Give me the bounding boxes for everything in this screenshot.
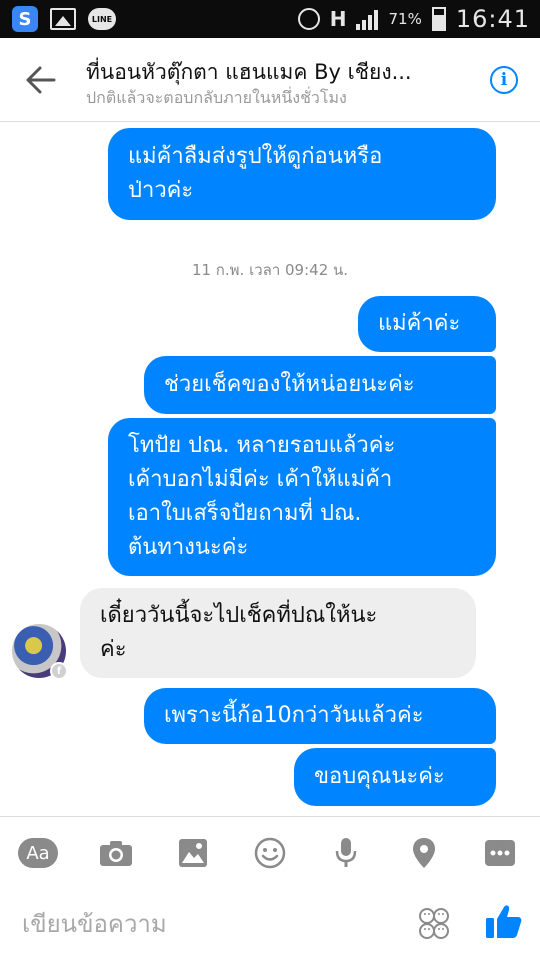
line-notification-icon: LINE xyxy=(88,8,116,30)
info-icon[interactable]: i xyxy=(490,66,518,94)
outgoing-message-bubble[interactable]: ขอบคุณนะค่ะ xyxy=(294,748,496,806)
conversation-title[interactable]: ที่นอนหัวตุ๊กตา แฮนแมค By เชียง... xyxy=(86,56,466,89)
message-text: ช่วยเช็คของให้หน่อยนะค่ะ xyxy=(164,372,415,397)
message-text: เดี๋ยววันนี้จะไปเช็คที่ปณให้นะ ค่ะ xyxy=(100,603,378,662)
message-input[interactable] xyxy=(22,904,402,944)
outgoing-message-bubble[interactable]: แม่ค้าลืมส่งรูปให้ดูก่อนหรือ ป่าวค่ะ xyxy=(108,128,496,220)
battery-percentage: 71% xyxy=(388,10,422,28)
app-notification-icon: S xyxy=(12,6,38,32)
camera-icon[interactable] xyxy=(96,835,136,871)
network-type-indicator: H xyxy=(329,7,347,31)
incoming-message-bubble[interactable]: เดี๋ยววันนี้จะไปเช็คที่ปณให้นะ ค่ะ xyxy=(80,588,476,678)
message-text: แม่ค้าลืมส่งรูปให้ดูก่อนหรือ ป่าวค่ะ xyxy=(128,144,383,203)
sticker-emoji-icon[interactable] xyxy=(416,906,452,942)
messenger-badge-icon: f xyxy=(50,662,68,680)
message-text: แม่ค้าค่ะ xyxy=(378,311,461,336)
gallery-notification-icon xyxy=(50,8,76,30)
location-icon[interactable] xyxy=(404,835,444,871)
message-text: เพราะนี้ก้อ10กว่าวันแล้วค่ะ xyxy=(164,703,424,728)
outgoing-message-bubble[interactable]: โทปัย ปณ. หลายรอบแล้วค่ะ เค้าบอกไม่มีค่ะ… xyxy=(108,418,496,576)
battery-icon xyxy=(431,7,446,31)
message-composer xyxy=(0,888,540,960)
microphone-icon[interactable] xyxy=(326,835,366,871)
contact-avatar[interactable]: f xyxy=(12,624,68,680)
message-timestamp: 11 ก.พ. เวลา 09:42 น. xyxy=(191,261,349,279)
signal-strength-icon xyxy=(356,8,379,30)
conversation-header: ที่นอนหัวตุ๊กตา แฮนแมค By เชียง... ปกติแ… xyxy=(0,38,540,122)
alarm-icon xyxy=(297,8,320,30)
compose-toolbar: Aa xyxy=(0,816,540,888)
more-options-icon[interactable] xyxy=(480,835,520,871)
message-text: ขอบคุณนะค่ะ xyxy=(314,764,445,789)
status-time: 16:41 xyxy=(455,5,530,33)
response-time-subtitle: ปกติแล้วจะตอบกลับภายในหนึ่งชั่วโมง xyxy=(86,88,347,107)
thumbs-up-icon[interactable] xyxy=(484,902,524,942)
text-format-label: Aa xyxy=(18,838,58,868)
outgoing-message-bubble[interactable]: เพราะนี้ก้อ10กว่าวันแล้วค่ะ xyxy=(144,688,496,744)
gallery-icon[interactable] xyxy=(173,835,213,871)
outgoing-message-bubble[interactable]: ช่วยเช็คของให้หน่อยนะค่ะ xyxy=(144,356,496,414)
text-format-button[interactable]: Aa xyxy=(18,835,58,871)
status-bar: S LINE H 71% 16:41 xyxy=(0,0,540,38)
back-arrow-icon[interactable] xyxy=(24,64,58,96)
message-text: โทปัย ปณ. หลายรอบแล้วค่ะ เค้าบอกไม่มีค่ะ… xyxy=(128,433,396,560)
emoji-icon[interactable] xyxy=(250,835,290,871)
outgoing-message-bubble[interactable]: แม่ค้าค่ะ xyxy=(358,296,496,352)
